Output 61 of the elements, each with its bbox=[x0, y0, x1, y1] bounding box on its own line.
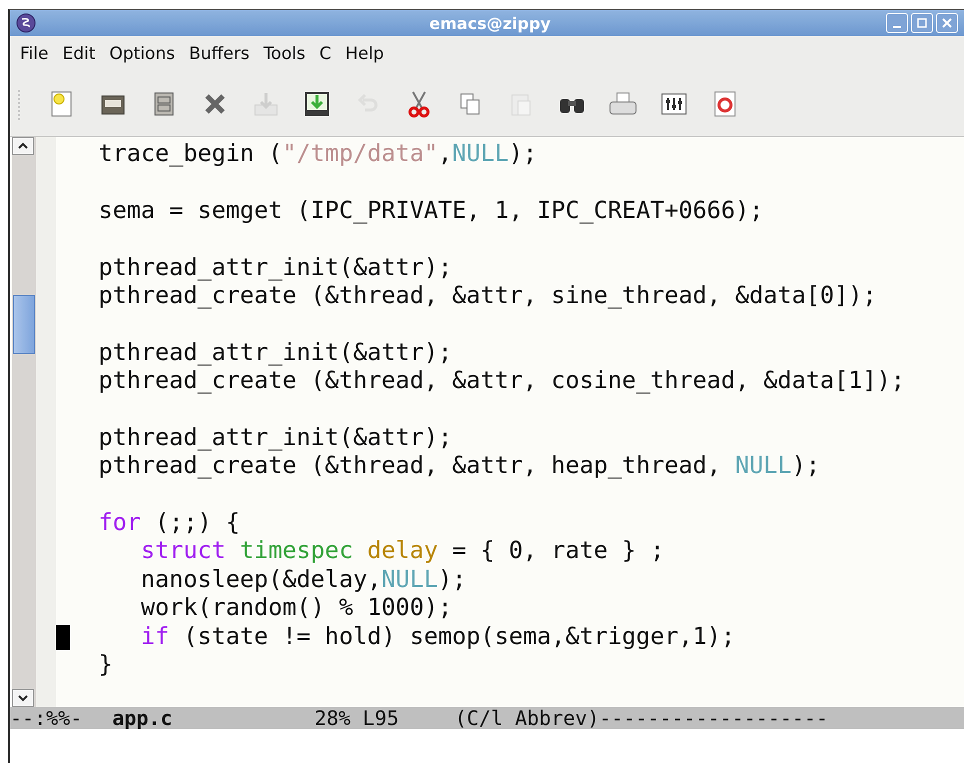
code-text: NULL bbox=[735, 451, 792, 480]
close-icon bbox=[203, 92, 227, 116]
code-text: pthread_attr_init(&attr); bbox=[98, 338, 452, 366]
menu-item[interactable]: C bbox=[313, 44, 338, 64]
code-text: = { 0, rate } ; bbox=[451, 536, 664, 564]
close-button[interactable] bbox=[936, 13, 958, 33]
code-text: sema = semget (IPC_PRIVATE, 1, IPC_CREAT+0666); bbox=[98, 196, 764, 224]
scissors-icon bbox=[407, 90, 431, 118]
download-tray-icon bbox=[303, 90, 331, 118]
menu-item[interactable]: Options bbox=[103, 44, 181, 64]
code-text: struct bbox=[140, 536, 226, 564]
maximize-icon bbox=[916, 17, 928, 29]
toolbar-grip-icon bbox=[16, 87, 22, 121]
code-text: ); bbox=[438, 564, 466, 593]
printer-icon bbox=[608, 91, 638, 117]
menu-item[interactable]: Help bbox=[339, 44, 390, 64]
window-title: emacs@zippy bbox=[428, 14, 552, 32]
code-text: for bbox=[98, 508, 141, 536]
scroll-up-icon[interactable] bbox=[12, 137, 34, 155]
code-text: (;;) { bbox=[154, 508, 240, 536]
sliders-icon bbox=[661, 93, 687, 115]
copy-icon bbox=[459, 92, 481, 116]
code-text: nanosleep(&delay, bbox=[140, 564, 382, 593]
menu-item[interactable]: Tools bbox=[257, 44, 312, 64]
code-text: delay bbox=[367, 536, 438, 564]
menu-item[interactable]: Edit bbox=[56, 44, 102, 64]
code-text: ); bbox=[508, 139, 538, 167]
buffer-status: --:%%- bbox=[10, 706, 82, 730]
menu-item[interactable]: Buffers bbox=[182, 44, 256, 64]
code-text: timespec bbox=[240, 536, 354, 564]
code-text: } bbox=[98, 650, 113, 678]
download-tray-icon bbox=[253, 91, 279, 117]
code-text: (state != hold) semop(sema,&trigger,1); bbox=[182, 622, 736, 650]
cabinet-icon bbox=[153, 91, 175, 117]
cursor-position: 28% L95 bbox=[314, 706, 399, 730]
scroll-thumb[interactable] bbox=[13, 295, 35, 354]
code-text: , bbox=[438, 139, 452, 167]
buffer-name: app.c bbox=[112, 706, 172, 730]
minimize-icon bbox=[893, 26, 901, 28]
code-text: NULL bbox=[381, 564, 438, 593]
code-text: if bbox=[140, 622, 170, 650]
minimize-button[interactable] bbox=[886, 13, 908, 33]
code-text: "/tmp/data" bbox=[282, 139, 438, 167]
scrollbar[interactable] bbox=[12, 137, 36, 707]
maximize-button[interactable] bbox=[911, 13, 933, 33]
code-text: ); bbox=[792, 451, 820, 480]
code-text: work(random() % 1000); bbox=[140, 593, 452, 622]
close-icon bbox=[941, 17, 953, 29]
code-text: NULL bbox=[452, 139, 509, 167]
major-mode: (C/l Abbrev)------------------- bbox=[454, 706, 828, 730]
code-text: trace_begin ( bbox=[98, 139, 282, 167]
scroll-down-icon[interactable] bbox=[12, 689, 34, 707]
code-text: pthread_attr_init(&attr); bbox=[98, 422, 452, 451]
lifebuoy-icon bbox=[714, 91, 736, 117]
code-text: pthread_attr_init(&attr); bbox=[98, 252, 452, 281]
code-text: pthread_create (&thread, &attr, sine_thread, &data[0]); bbox=[98, 280, 877, 309]
code-text: pthread_create (&thread, &attr, cosine_thread, &data[1]); bbox=[98, 366, 905, 394]
menu-item[interactable]: File bbox=[14, 44, 54, 64]
code-text: pthread_create (&thread, &attr, heap_thread, bbox=[98, 451, 722, 480]
new-file-icon bbox=[50, 90, 74, 118]
emacs-logo-icon bbox=[16, 13, 36, 33]
